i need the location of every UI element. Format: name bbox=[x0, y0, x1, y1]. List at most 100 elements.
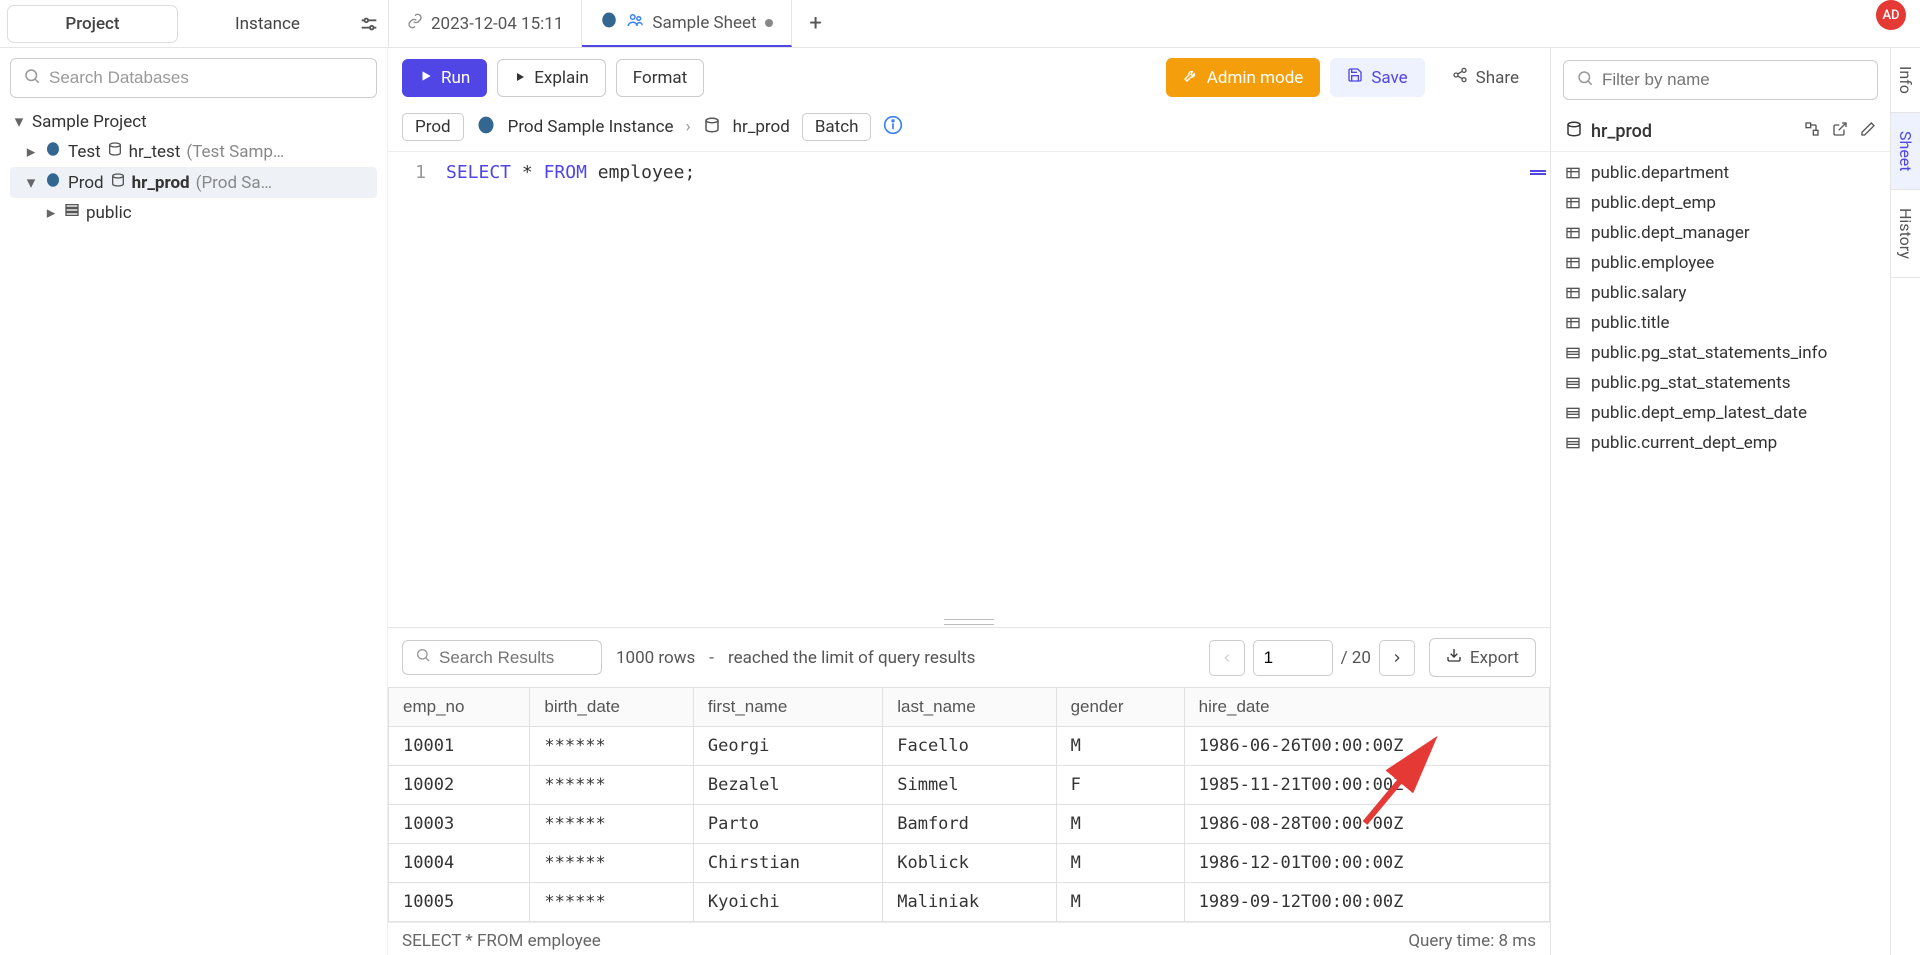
sidebar: ▾ Sample Project ▸ Test hr_test (Test Sa… bbox=[0, 48, 388, 955]
tree-node-schema[interactable]: ▸ public bbox=[10, 198, 377, 227]
schema-item-label: public.current_dept_emp bbox=[1591, 433, 1777, 453]
code-content[interactable]: SELECT * FROM employee; bbox=[438, 152, 695, 617]
breadcrumb: Prod Prod Sample Instance › hr_prod Batc… bbox=[388, 107, 1550, 151]
explain-button[interactable]: Explain bbox=[497, 59, 606, 97]
horizontal-splitter[interactable] bbox=[388, 617, 1550, 627]
shared-icon bbox=[626, 11, 644, 34]
schema-table-item[interactable]: public.salary bbox=[1551, 278, 1890, 308]
column-header[interactable]: birth_date bbox=[530, 688, 694, 727]
schema-table-item[interactable]: public.dept_manager bbox=[1551, 218, 1890, 248]
tree-extra: (Test Samp… bbox=[186, 142, 284, 162]
info-icon[interactable] bbox=[883, 115, 903, 140]
schema-table-item[interactable]: public.dept_emp bbox=[1551, 188, 1890, 218]
schema-view-item[interactable]: public.pg_stat_statements_info bbox=[1551, 338, 1890, 368]
column-header[interactable]: emp_no bbox=[389, 688, 530, 727]
schema-item-label: public.salary bbox=[1591, 283, 1686, 303]
column-header[interactable]: hire_date bbox=[1184, 688, 1549, 727]
tree-node-test[interactable]: ▸ Test hr_test (Test Samp… bbox=[10, 136, 377, 167]
search-results-input[interactable] bbox=[439, 648, 589, 668]
collapse-indicator-icon[interactable] bbox=[1530, 170, 1546, 175]
schema-table-item[interactable]: public.employee bbox=[1551, 248, 1890, 278]
table-cell: Bamford bbox=[883, 805, 1056, 844]
env-chip[interactable]: Prod bbox=[402, 113, 464, 141]
table-cell: 10004 bbox=[389, 844, 530, 883]
tree-label: Sample Project bbox=[32, 112, 147, 132]
db-tree: ▾ Sample Project ▸ Test hr_test (Test Sa… bbox=[10, 108, 377, 227]
side-tab-sheet[interactable]: Sheet bbox=[1891, 113, 1920, 191]
unsaved-dot-icon bbox=[765, 19, 773, 27]
database-icon bbox=[703, 116, 721, 139]
side-tab-history[interactable]: History bbox=[1891, 190, 1920, 278]
keyword: FROM bbox=[544, 162, 587, 183]
wrench-icon bbox=[1183, 67, 1199, 88]
filter-tables-input[interactable] bbox=[1602, 70, 1865, 90]
doc-tab-label: 2023-12-04 15:11 bbox=[431, 14, 563, 34]
tree-db-label: hr_test bbox=[129, 142, 181, 162]
filter-tables[interactable] bbox=[1563, 60, 1878, 100]
crumb-instance[interactable]: Prod Sample Instance bbox=[508, 117, 674, 137]
caret-right-icon: ▸ bbox=[44, 203, 58, 223]
schema-item-label: public.pg_stat_statements_info bbox=[1591, 343, 1827, 363]
next-page-button[interactable] bbox=[1379, 640, 1415, 676]
results-panel: 1000 rows - reached the limit of query r… bbox=[388, 627, 1550, 922]
table-cell: ****** bbox=[530, 805, 694, 844]
column-header[interactable]: first_name bbox=[693, 688, 882, 727]
download-icon bbox=[1446, 647, 1462, 668]
edit-icon[interactable] bbox=[1860, 121, 1876, 142]
crumb-db[interactable]: hr_prod bbox=[733, 117, 790, 137]
table-cell: Georgi bbox=[693, 727, 882, 766]
save-button[interactable]: Save bbox=[1330, 58, 1424, 97]
schema-view-item[interactable]: public.current_dept_emp bbox=[1551, 428, 1890, 458]
search-results[interactable] bbox=[402, 640, 602, 675]
database-icon bbox=[110, 172, 126, 193]
tree-project-root[interactable]: ▾ Sample Project bbox=[10, 108, 377, 136]
pagination: / 20 bbox=[1209, 640, 1415, 676]
table-cell: Kyoichi bbox=[693, 883, 882, 922]
doc-tab-1[interactable]: Sample Sheet bbox=[582, 0, 791, 47]
tree-schema-label: public bbox=[86, 203, 132, 223]
settings-icon[interactable] bbox=[358, 13, 380, 35]
format-button[interactable]: Format bbox=[616, 59, 704, 97]
run-button[interactable]: Run bbox=[402, 59, 487, 97]
search-databases-input[interactable] bbox=[49, 68, 364, 88]
batch-chip[interactable]: Batch bbox=[802, 113, 872, 141]
column-header[interactable]: gender bbox=[1056, 688, 1184, 727]
table-cell: M bbox=[1056, 844, 1184, 883]
tree-node-prod[interactable]: ▾ Prod hr_prod (Prod Sa… bbox=[10, 167, 377, 198]
open-external-icon[interactable] bbox=[1832, 121, 1848, 142]
table-row[interactable]: 10004******ChirstianKoblickM1986-12-01T0… bbox=[389, 844, 1550, 883]
tab-project[interactable]: Project bbox=[8, 6, 177, 42]
postgres-icon bbox=[600, 11, 618, 34]
page-input[interactable] bbox=[1253, 640, 1333, 676]
doc-tab-0[interactable]: 2023-12-04 15:11 bbox=[389, 0, 582, 47]
side-tab-info[interactable]: Info bbox=[1891, 48, 1920, 113]
tab-instance[interactable]: Instance bbox=[183, 6, 352, 42]
panel-db-header: hr_prod bbox=[1551, 112, 1890, 152]
admin-mode-button[interactable]: Admin mode bbox=[1166, 58, 1321, 97]
schema-view-item[interactable]: public.pg_stat_statements bbox=[1551, 368, 1890, 398]
avatar[interactable]: AD bbox=[1876, 0, 1906, 30]
table-cell: ****** bbox=[530, 727, 694, 766]
button-label: Explain bbox=[534, 68, 589, 88]
table-cell: Maliniak bbox=[883, 883, 1056, 922]
export-button[interactable]: Export bbox=[1429, 638, 1536, 677]
new-tab-button[interactable]: + bbox=[792, 0, 840, 47]
table-row[interactable]: 10005******KyoichiMaliniakM1989-09-12T00… bbox=[389, 883, 1550, 922]
column-header[interactable]: last_name bbox=[883, 688, 1056, 727]
table-row[interactable]: 10001******GeorgiFacelloM1986-06-26T00:0… bbox=[389, 727, 1550, 766]
prev-page-button[interactable] bbox=[1209, 640, 1245, 676]
document-tabs: 2023-12-04 15:11 Sample Sheet + AD bbox=[388, 0, 1920, 47]
link-db-icon[interactable] bbox=[1804, 121, 1820, 142]
sql-editor[interactable]: 1 SELECT * FROM employee; bbox=[388, 151, 1550, 617]
table-row[interactable]: 10002******BezalelSimmelF1985-11-21T00:0… bbox=[389, 766, 1550, 805]
schema-table-item[interactable]: public.title bbox=[1551, 308, 1890, 338]
keyword: SELECT bbox=[446, 162, 511, 183]
toolbar: Run Explain Format Admin mode Save bbox=[388, 48, 1550, 107]
share-button[interactable]: Share bbox=[1435, 58, 1536, 97]
search-databases[interactable] bbox=[10, 58, 377, 98]
table-row[interactable]: 10003******PartoBamfordM1986-08-28T00:00… bbox=[389, 805, 1550, 844]
results-table-wrap[interactable]: emp_nobirth_datefirst_namelast_namegende… bbox=[388, 687, 1550, 922]
schema-table-item[interactable]: public.department bbox=[1551, 158, 1890, 188]
schema-view-item[interactable]: public.dept_emp_latest_date bbox=[1551, 398, 1890, 428]
share-icon bbox=[1452, 67, 1468, 88]
